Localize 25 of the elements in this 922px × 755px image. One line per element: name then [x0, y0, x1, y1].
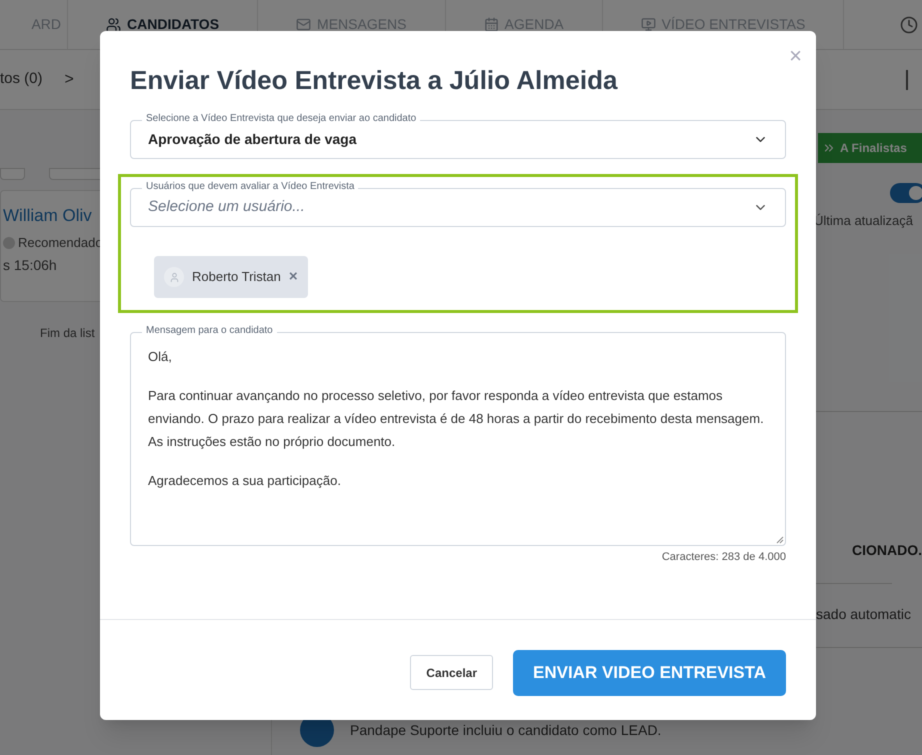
event-text: sado automatic [816, 604, 912, 624]
candidate-time: s 15:06h [3, 256, 57, 274]
message-text: Para continuar avançando no processo seletivo, por favor responda a vídeo entrevista que estamos enviando. O prazo para realizar a vídeo entrevista é de 48 horas a partir do recebimento desta mensagem. [148, 387, 765, 428]
cancel-button[interactable]: Cancelar [410, 655, 493, 690]
candidate-tag: Recomendado [18, 233, 103, 252]
select-value: Aprovação de abertura de vaga [148, 130, 357, 149]
status-text: CIONADO. [852, 540, 922, 560]
field-label: Usuários que devem avaliar a Vídeo Entrevista [142, 180, 358, 194]
stage-button[interactable]: A Finalistas [818, 133, 922, 163]
feed-text: Pandape Suporte incluiu o candidato como LEAD. [350, 720, 662, 740]
candidate-name[interactable]: William Oliv [3, 203, 92, 229]
modal-title: Enviar Vídeo Entrevista a Júlio Almeida [130, 64, 618, 97]
chip-label: Roberto Tristan [192, 268, 281, 286]
field-label: Selecione a Vídeo Entrevista que deseja enviar ao candidato [142, 112, 420, 126]
send-button[interactable]: ENVIAR VIDEO ENTREVISTA [513, 650, 786, 696]
character-counter: Caracteres: 283 de 4.000 [662, 550, 786, 565]
message-text: Agradecemos a sua participação. [148, 472, 342, 490]
field-label: Mensagem para o candidato [142, 324, 277, 338]
breadcrumb-item[interactable]: tos (0) [0, 68, 43, 91]
list-end-text: Fim da list [40, 325, 95, 342]
user-search-input[interactable]: Selecione um usuário... [148, 196, 753, 219]
breadcrumb-separator: > [64, 70, 74, 90]
remove-chip-button[interactable]: × [288, 266, 298, 288]
message-text: As instruções estão no próprio documento. [148, 433, 396, 451]
message-text: Olá, [148, 348, 173, 366]
